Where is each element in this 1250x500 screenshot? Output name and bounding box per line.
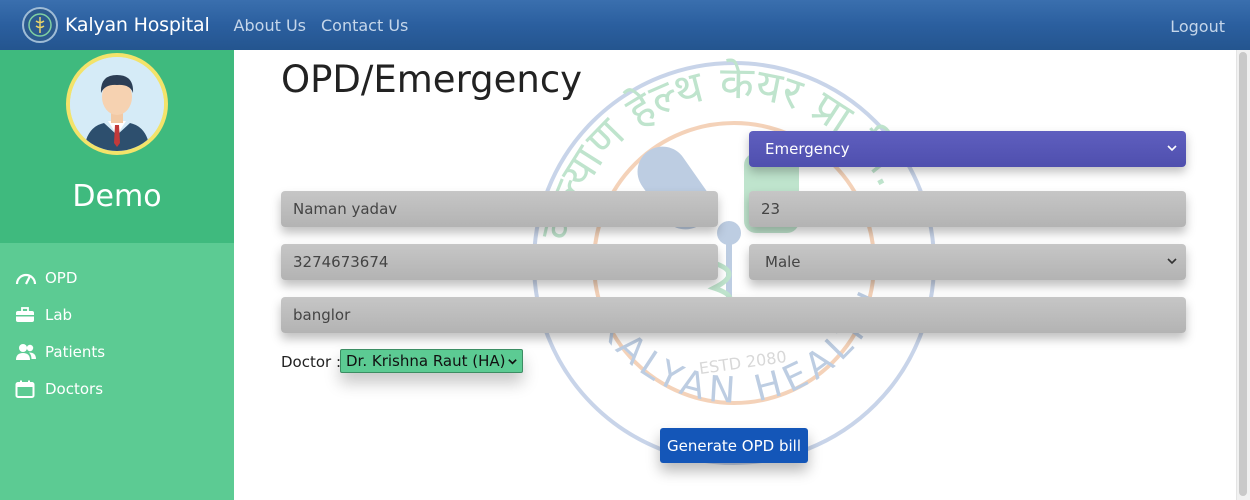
profile-panel: Demo bbox=[0, 50, 234, 243]
sidebar: Demo OPD Lab Patients Doctors bbox=[0, 50, 234, 500]
visit-type-value: Emergency bbox=[765, 140, 850, 158]
age-field[interactable]: 23 bbox=[749, 191, 1186, 227]
generate-opd-bill-button[interactable]: Generate OPD bill bbox=[660, 428, 808, 463]
svg-text:KALYAN HEALTH CARE: KALYAN HEALTH CARE bbox=[529, 48, 894, 412]
doctor-select[interactable]: Dr. Krishna Raut (HA) bbox=[340, 349, 523, 373]
patient-name-field[interactable]: Naman yadav bbox=[281, 191, 718, 227]
logout-link[interactable]: Logout bbox=[1170, 17, 1225, 36]
nav-link-contact-us[interactable]: Contact Us bbox=[321, 16, 408, 35]
gender-value: Male bbox=[765, 253, 801, 271]
sidebar-item-label: OPD bbox=[45, 268, 78, 287]
sidebar-item-label: Patients bbox=[45, 342, 106, 361]
scrollbar-thumb[interactable] bbox=[1239, 52, 1247, 496]
svg-text:ESTD 2080: ESTD 2080 bbox=[698, 347, 788, 378]
visit-type-select[interactable]: Emergency bbox=[749, 131, 1186, 167]
brand-name[interactable]: Kalyan Hospital bbox=[65, 14, 210, 36]
chevron-down-icon bbox=[508, 359, 517, 365]
main-content: कल्याण हेल्थ केयर प्रा.लि. KALYAN HEALTH… bbox=[234, 16, 1250, 500]
users-icon bbox=[15, 343, 37, 361]
address-field[interactable]: banglor bbox=[281, 297, 1186, 333]
chevron-down-icon bbox=[1167, 258, 1177, 265]
tachometer-icon bbox=[15, 269, 37, 287]
sidebar-item-opd[interactable]: OPD bbox=[0, 259, 234, 296]
doctor-value: Dr. Krishna Raut (HA) bbox=[346, 352, 506, 370]
doctor-label: Doctor : bbox=[281, 353, 342, 371]
avatar bbox=[66, 53, 168, 155]
sidebar-item-label: Doctors bbox=[45, 379, 104, 398]
calendar-icon bbox=[15, 380, 37, 398]
chevron-down-icon bbox=[1167, 145, 1177, 152]
briefcase-icon bbox=[15, 306, 37, 324]
sidebar-item-patients[interactable]: Patients bbox=[0, 333, 234, 370]
page-title: OPD/Emergency bbox=[281, 58, 583, 101]
phone-field[interactable]: 3274673674 bbox=[281, 244, 718, 280]
hospital-logo-icon bbox=[22, 7, 58, 43]
sidebar-item-label: Lab bbox=[45, 305, 73, 324]
gender-select[interactable]: Male bbox=[749, 244, 1186, 280]
brand[interactable]: Kalyan Hospital bbox=[22, 7, 210, 43]
user-name: Demo bbox=[72, 179, 162, 214]
top-navbar: Kalyan Hospital About Us Contact Us Logo… bbox=[0, 0, 1250, 50]
sidebar-menu: OPD Lab Patients Doctors bbox=[0, 243, 234, 407]
nav-link-about-us[interactable]: About Us bbox=[234, 16, 306, 35]
sidebar-item-lab[interactable]: Lab bbox=[0, 296, 234, 333]
sidebar-item-doctors[interactable]: Doctors bbox=[0, 370, 234, 407]
